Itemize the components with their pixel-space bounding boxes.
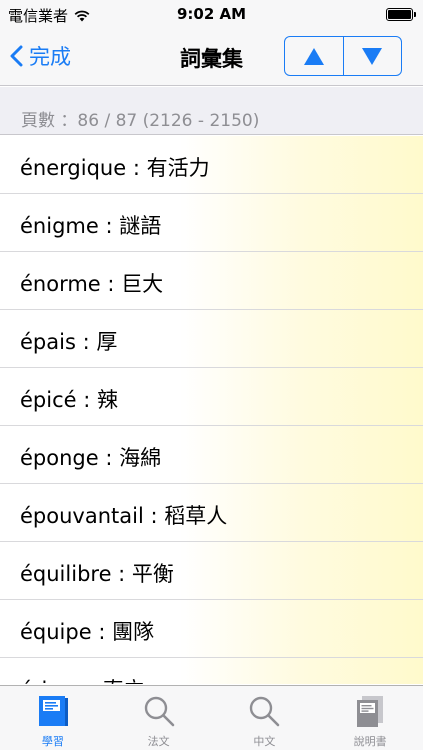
page-navigation-control bbox=[284, 36, 402, 76]
previous-page-button[interactable] bbox=[285, 37, 343, 75]
entry-text: équipe : 團隊 bbox=[20, 620, 155, 644]
entry-text: équilibre : 平衡 bbox=[20, 562, 174, 586]
entry-text: énigme : 謎語 bbox=[20, 214, 162, 238]
search-icon bbox=[144, 696, 174, 727]
manual-icon bbox=[357, 696, 384, 727]
entry-text: épicé : 辣 bbox=[20, 388, 118, 412]
triangle-up-icon bbox=[303, 47, 324, 65]
list-item[interactable]: équilibre : 平衡 bbox=[0, 542, 423, 600]
tab-chinese[interactable]: 中文 bbox=[212, 686, 318, 750]
triangle-down-icon bbox=[362, 47, 383, 65]
entry-text: épais : 厚 bbox=[20, 330, 118, 354]
list-item[interactable]: éponge : 海綿 bbox=[0, 426, 423, 484]
list-item[interactable]: énigme : 謎語 bbox=[0, 194, 423, 252]
page-info-label: 頁數 ：86 / 87 (2126 - 2150) bbox=[21, 111, 260, 131]
entry-text: éponge : 海綿 bbox=[20, 446, 162, 470]
page-info-header: 頁數 ：86 / 87 (2126 - 2150) bbox=[0, 87, 423, 135]
list-item[interactable]: épouvantail : 稻草人 bbox=[0, 484, 423, 542]
chevron-left-icon bbox=[10, 45, 23, 67]
tab-study[interactable]: 學習 bbox=[0, 686, 106, 750]
tab-manual[interactable]: 說明書 bbox=[317, 686, 423, 750]
done-label: 完成 bbox=[29, 45, 71, 69]
list-item[interactable]: épicé : 辣 bbox=[0, 368, 423, 426]
entry-text: énergique : 有活力 bbox=[20, 156, 210, 180]
tab-french[interactable]: 法文 bbox=[106, 686, 212, 750]
entry-text: ériger : 直立 bbox=[20, 674, 145, 684]
list-item[interactable]: énergique : 有活力 bbox=[0, 136, 423, 194]
search-icon bbox=[250, 696, 280, 727]
list-item[interactable]: épais : 厚 bbox=[0, 310, 423, 368]
tab-bar: 學習 法文 中文 說明書 bbox=[0, 685, 423, 750]
navigation-bar: 完成 詞彙集 bbox=[0, 28, 423, 86]
next-page-button[interactable] bbox=[342, 37, 402, 75]
tab-label: 說明書 bbox=[353, 735, 387, 748]
vocabulary-list[interactable]: énergique : 有活力 énigme : 謎語 énorme : 巨大 … bbox=[0, 136, 423, 684]
battery-icon bbox=[386, 8, 416, 21]
list-item[interactable]: équipe : 團隊 bbox=[0, 600, 423, 658]
list-item[interactable]: énorme : 巨大 bbox=[0, 252, 423, 310]
entry-text: épouvantail : 稻草人 bbox=[20, 504, 228, 528]
entry-text: énorme : 巨大 bbox=[20, 272, 164, 296]
study-book-icon bbox=[38, 696, 68, 726]
tab-label: 中文 bbox=[253, 735, 276, 748]
clock: 9:02 AM bbox=[176, 5, 247, 23]
done-button[interactable]: 完成 bbox=[10, 41, 71, 71]
list-item[interactable]: ériger : 直立 bbox=[0, 658, 423, 684]
tab-label: 學習 bbox=[41, 735, 64, 748]
tab-label: 法文 bbox=[147, 735, 170, 748]
status-bar: 電信業者 9:02 AM bbox=[0, 0, 423, 28]
